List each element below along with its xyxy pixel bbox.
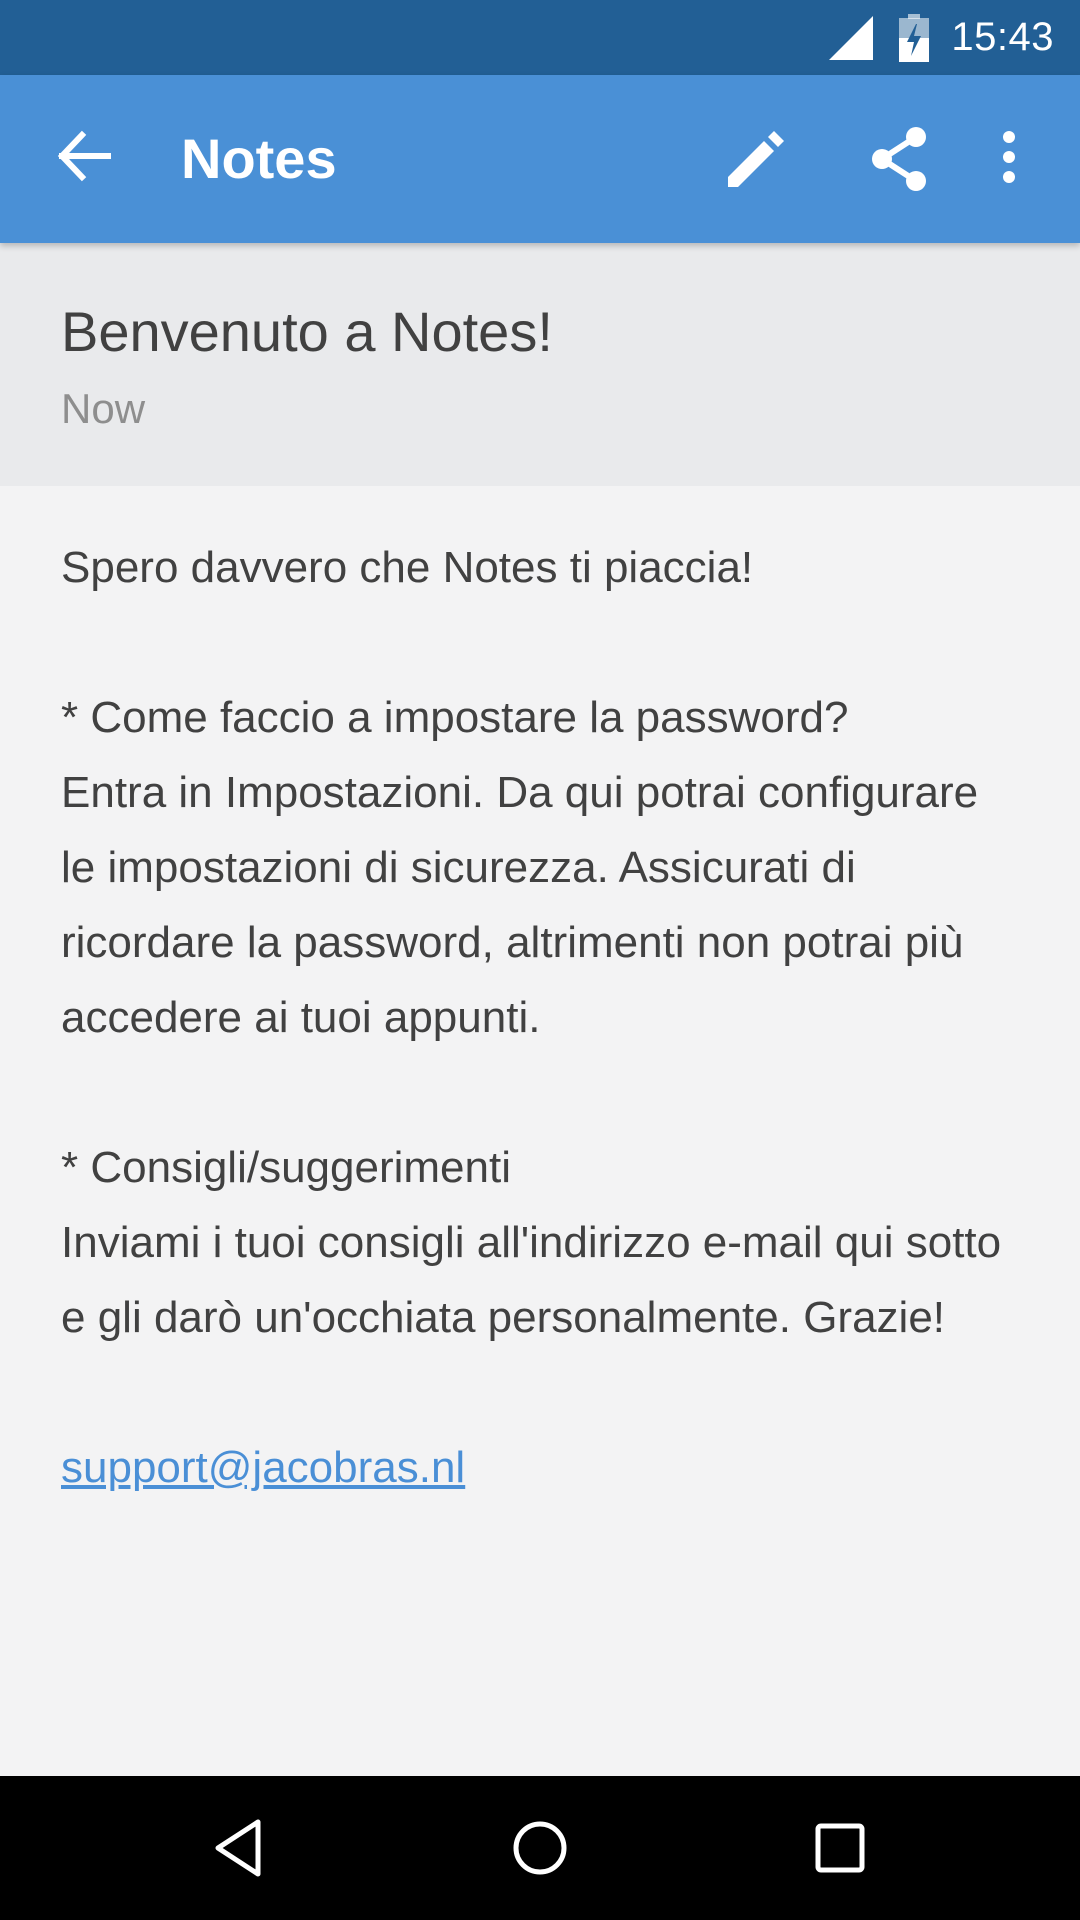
note-intro: Spero davvero che Notes ti piaccia!	[61, 543, 754, 592]
note-header: Benvenuto a Notes! Now	[0, 243, 1080, 486]
system-nav-bar	[0, 1776, 1080, 1920]
support-email-link[interactable]: support@jacobras.nl	[61, 1443, 465, 1492]
section-text-tips: Inviami i tuoi consigli all'indirizzo e-…	[61, 1218, 1002, 1342]
status-bar: 15:43	[0, 0, 1080, 75]
section-text-password: Entra in Impostazioni. Da qui potrai con…	[61, 768, 979, 1042]
note-date: Now	[61, 385, 146, 432]
share-icon[interactable]	[864, 123, 936, 195]
arrow-back-icon[interactable]	[54, 125, 116, 187]
battery-charging-icon	[899, 13, 930, 62]
section-heading-tips: * Consigli/suggerimenti	[61, 1143, 511, 1192]
nav-back-icon[interactable]	[204, 1812, 276, 1884]
app-title: Notes	[181, 127, 337, 190]
status-clock: 15:43	[951, 15, 1054, 59]
app-bar: Notes	[0, 75, 1080, 243]
note-body: Spero davvero che Notes ti piaccia! * Co…	[61, 530, 1021, 1505]
pencil-edit-icon[interactable]	[720, 123, 792, 195]
nav-home-icon[interactable]	[504, 1812, 576, 1884]
nav-recents-icon[interactable]	[804, 1812, 876, 1884]
note-title: Benvenuto a Notes!	[61, 300, 553, 363]
more-vert-icon[interactable]	[986, 123, 1032, 195]
section-heading-password: * Come faccio a impostare la password?	[61, 693, 849, 742]
cell-signal-icon	[829, 15, 874, 60]
